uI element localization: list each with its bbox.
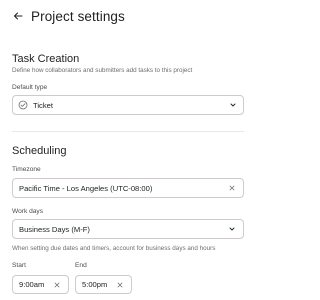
start-time-input[interactable]: 9:00am: [12, 275, 69, 294]
end-time-value: 5:00pm: [82, 280, 108, 289]
start-label: Start: [12, 262, 26, 269]
end-label: End: [75, 262, 87, 269]
end-time-input[interactable]: 5:00pm: [75, 275, 132, 294]
default-type-label: Default type: [12, 84, 48, 91]
page-title: Project settings: [31, 8, 125, 24]
default-type-value: Ticket: [33, 100, 53, 110]
close-icon[interactable]: [52, 280, 62, 290]
arrow-left-icon[interactable]: [12, 10, 24, 22]
timezone-label: Timezone: [12, 166, 41, 173]
task-creation-description: Define how collaborators and submitters …: [12, 67, 193, 74]
timezone-value: Pacific Time - Los Angeles (UTC-08:00): [19, 183, 153, 193]
start-time-value: 9:00am: [19, 280, 45, 289]
default-type-select[interactable]: Ticket: [12, 95, 244, 115]
page-header: Project settings: [12, 7, 125, 25]
close-icon[interactable]: [115, 280, 125, 290]
workdays-hint: When setting due dates and timers, accou…: [12, 245, 216, 252]
chevron-down-icon: [228, 100, 238, 110]
workdays-value: Business Days (M-F): [19, 224, 90, 234]
task-creation-title: Task Creation: [12, 53, 80, 65]
workdays-label: Work days: [12, 208, 44, 215]
chevron-down-icon: [227, 224, 237, 234]
workdays-select[interactable]: Business Days (M-F): [12, 219, 244, 239]
scheduling-title: Scheduling: [12, 145, 67, 157]
close-icon[interactable]: [227, 183, 237, 193]
timezone-select[interactable]: Pacific Time - Los Angeles (UTC-08:00): [12, 178, 244, 198]
check-circle-icon: [18, 100, 28, 110]
section-divider: [12, 131, 244, 132]
